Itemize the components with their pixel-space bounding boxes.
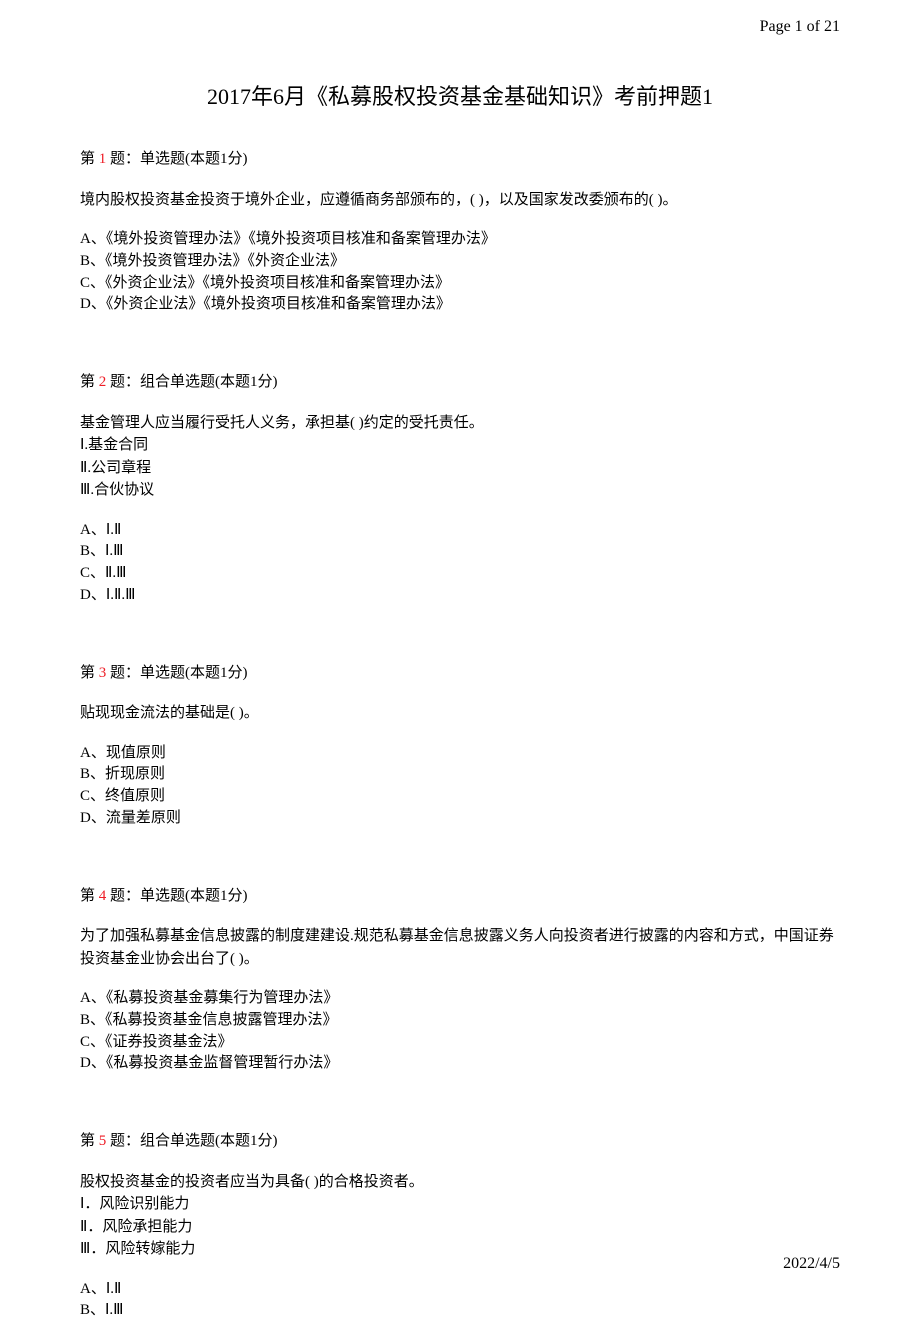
- question-block: 第 3 题：单选题(本题1分) 贴现现金流法的基础是( )。 A、现值原则 B、…: [80, 662, 840, 830]
- question-options: A、现值原则 B、折现原则 C、终值原则 D、流量差原则: [80, 743, 840, 830]
- question-options: A、Ⅰ.Ⅱ B、Ⅰ.Ⅲ: [80, 1279, 840, 1322]
- question-prefix: 第: [80, 888, 99, 904]
- option: C、终值原则: [80, 786, 840, 808]
- question-label: 第 5 题：组合单选题(本题1分): [80, 1130, 840, 1153]
- option: C、《外资企业法》《境外投资项目核准和备案管理办法》: [80, 273, 840, 295]
- option: C、《证券投资基金法》: [80, 1032, 840, 1054]
- option: B、Ⅰ.Ⅲ: [80, 1300, 840, 1322]
- question-sub-items: Ⅰ．风险识别能力 Ⅱ．风险承担能力 Ⅲ．风险转嫁能力: [80, 1193, 840, 1261]
- sub-item: Ⅰ.基金合同: [80, 434, 840, 457]
- question-prefix: 第: [80, 1133, 99, 1149]
- question-block: 第 5 题：组合单选题(本题1分) 股权投资基金的投资者应当为具备( )的合格投…: [80, 1130, 840, 1322]
- question-prefix: 第: [80, 665, 99, 681]
- option: A、《境外投资管理办法》《境外投资项目核准和备案管理办法》: [80, 229, 840, 251]
- question-prefix: 第: [80, 374, 99, 390]
- option: B、《境外投资管理办法》《外资企业法》: [80, 251, 840, 273]
- sub-item: Ⅱ.公司章程: [80, 457, 840, 480]
- question-block: 第 4 题：单选题(本题1分) 为了加强私募基金信息披露的制度建建设.规范私募基…: [80, 885, 840, 1076]
- option: D、《私募投资基金监督管理暂行办法》: [80, 1053, 840, 1075]
- question-label-suffix: 题：单选题(本题1分): [106, 151, 247, 167]
- option: B、《私募投资基金信息披露管理办法》: [80, 1010, 840, 1032]
- question-block: 第 1 题：单选题(本题1分) 境内股权投资基金投资于境外企业，应遵循商务部颁布…: [80, 148, 840, 316]
- sub-item: Ⅰ．风险识别能力: [80, 1193, 840, 1216]
- question-text: 为了加强私募基金信息披露的制度建建设.规范私募基金信息披露义务人向投资者进行披露…: [80, 925, 840, 970]
- question-label: 第 2 题：组合单选题(本题1分): [80, 371, 840, 394]
- question-label-suffix: 题：组合单选题(本题1分): [106, 1133, 277, 1149]
- question-label-suffix: 题：单选题(本题1分): [106, 888, 247, 904]
- option: D、流量差原则: [80, 808, 840, 830]
- question-text: 贴现现金流法的基础是( )。: [80, 702, 840, 725]
- question-label: 第 3 题：单选题(本题1分): [80, 662, 840, 685]
- option: A、《私募投资基金募集行为管理办法》: [80, 988, 840, 1010]
- question-sub-items: Ⅰ.基金合同 Ⅱ.公司章程 Ⅲ.合伙协议: [80, 434, 840, 502]
- question-options: A、《境外投资管理办法》《境外投资项目核准和备案管理办法》 B、《境外投资管理办…: [80, 229, 840, 316]
- question-options: A、《私募投资基金募集行为管理办法》 B、《私募投资基金信息披露管理办法》 C、…: [80, 988, 840, 1075]
- option: C、Ⅱ.Ⅲ: [80, 563, 840, 585]
- question-prefix: 第: [80, 151, 99, 167]
- option: D、《外资企业法》《境外投资项目核准和备案管理办法》: [80, 294, 840, 316]
- option: A、现值原则: [80, 743, 840, 765]
- option: A、Ⅰ.Ⅱ: [80, 1279, 840, 1301]
- sub-item: Ⅲ．风险转嫁能力: [80, 1238, 840, 1261]
- question-block: 第 2 题：组合单选题(本题1分) 基金管理人应当履行受托人义务，承担基( )约…: [80, 371, 840, 607]
- page-header: Page 1 of 21: [760, 15, 840, 39]
- option: B、Ⅰ.Ⅲ: [80, 541, 840, 563]
- option: A、Ⅰ.Ⅱ: [80, 520, 840, 542]
- question-stem: 基金管理人应当履行受托人义务，承担基( )约定的受托责任。: [80, 412, 840, 435]
- question-text: 境内股权投资基金投资于境外企业，应遵循商务部颁布的，( )，以及国家发改委颁布的…: [80, 189, 840, 212]
- option: B、折现原则: [80, 764, 840, 786]
- option: D、Ⅰ.Ⅱ.Ⅲ: [80, 585, 840, 607]
- question-label-suffix: 题：单选题(本题1分): [106, 665, 247, 681]
- question-label: 第 1 题：单选题(本题1分): [80, 148, 840, 171]
- question-options: A、Ⅰ.Ⅱ B、Ⅰ.Ⅲ C、Ⅱ.Ⅲ D、Ⅰ.Ⅱ.Ⅲ: [80, 520, 840, 607]
- question-stem: 股权投资基金的投资者应当为具备( )的合格投资者。: [80, 1171, 840, 1194]
- question-text: 基金管理人应当履行受托人义务，承担基( )约定的受托责任。 Ⅰ.基金合同 Ⅱ.公…: [80, 412, 840, 502]
- footer-date: 2022/4/5: [783, 1252, 840, 1276]
- question-text: 股权投资基金的投资者应当为具备( )的合格投资者。 Ⅰ．风险识别能力 Ⅱ．风险承…: [80, 1171, 840, 1261]
- document-title: 2017年6月《私募股权投资基金基础知识》考前押题1: [80, 80, 840, 113]
- sub-item: Ⅱ．风险承担能力: [80, 1216, 840, 1239]
- sub-item: Ⅲ.合伙协议: [80, 479, 840, 502]
- question-label: 第 4 题：单选题(本题1分): [80, 885, 840, 908]
- question-label-suffix: 题：组合单选题(本题1分): [106, 374, 277, 390]
